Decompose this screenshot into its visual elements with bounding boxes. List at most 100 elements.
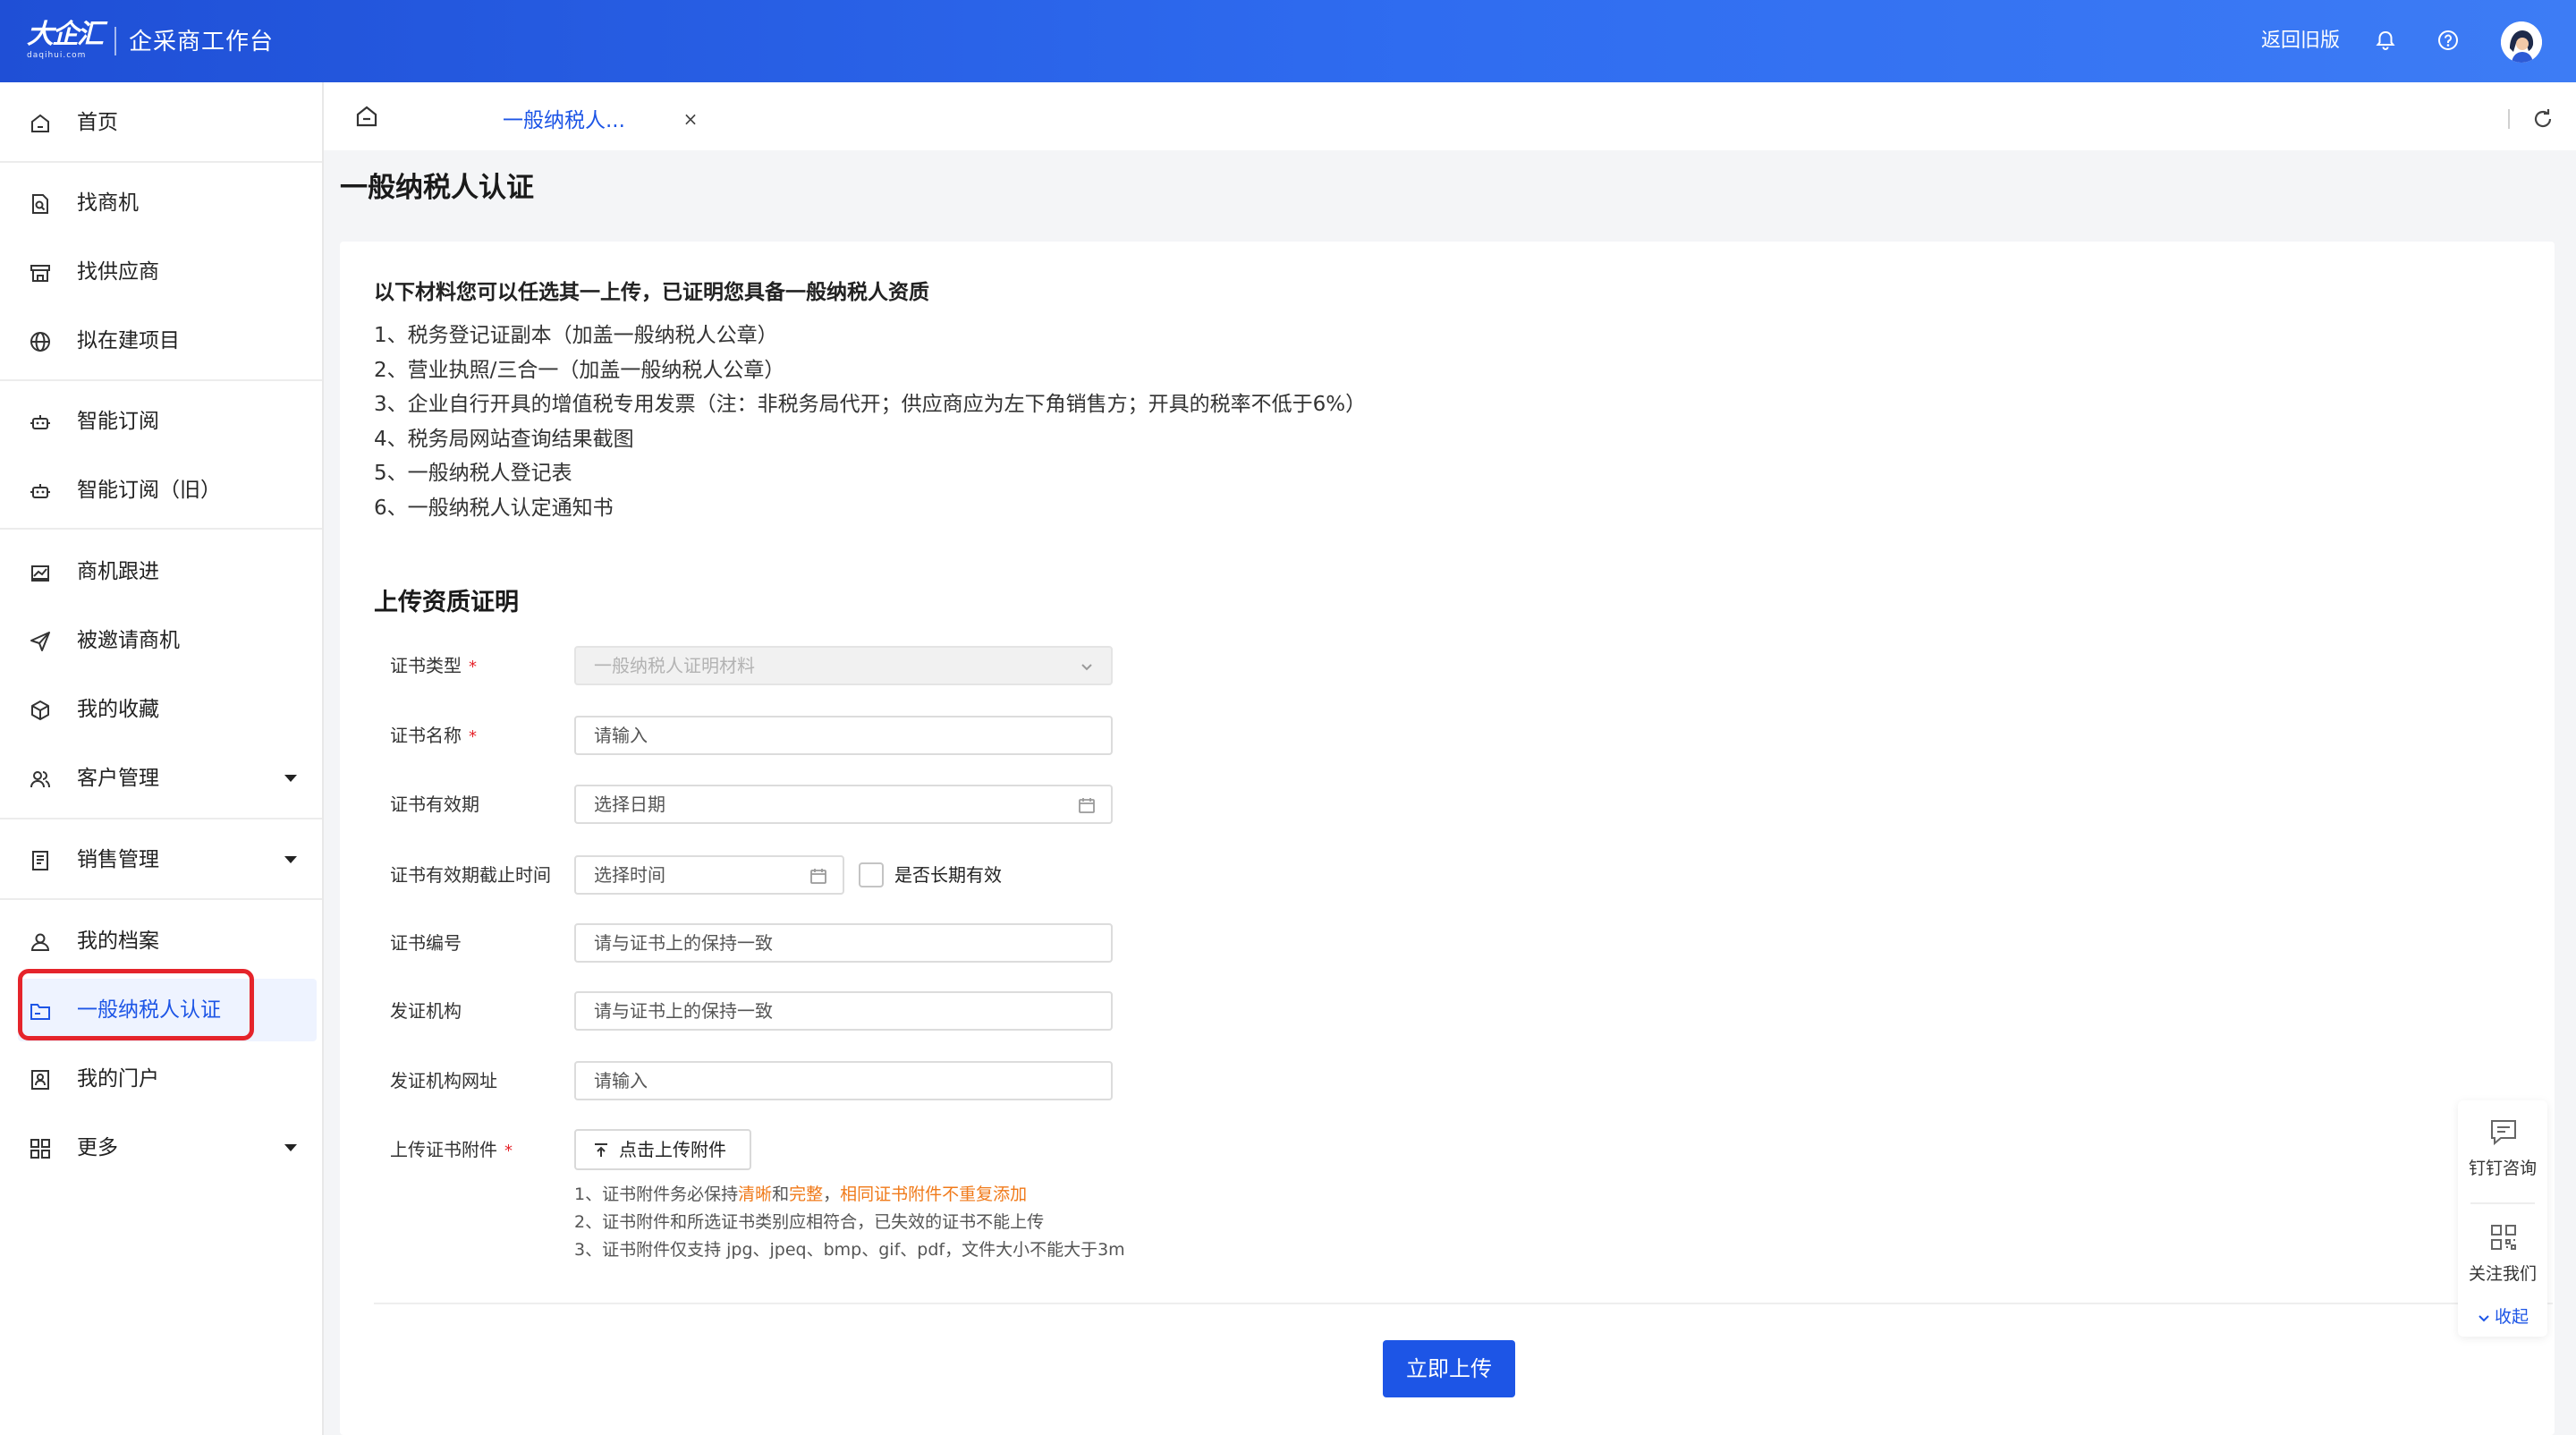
refresh-icon[interactable] — [2529, 106, 2556, 132]
input-placeholder: 选择时间 — [594, 864, 665, 886]
long-term-checkbox[interactable] — [859, 862, 884, 887]
sidebar-item-find-supplier[interactable]: 找供应商 — [0, 241, 322, 303]
intro-title: 以下材料您可以任选其一上传，已证明您具备一般纳税人资质 — [374, 281, 929, 304]
tab-taxpayer-certification[interactable]: 一般纳税人... × — [410, 91, 957, 150]
user-avatar[interactable] — [2501, 21, 2542, 63]
cert-number-input[interactable]: 请与证书上的保持一致 — [574, 923, 1113, 963]
sidebar-item-label: 销售管理 — [77, 848, 159, 871]
sidebar-item-planned-projects[interactable]: 拟在建项目 — [0, 310, 322, 372]
search-doc-icon — [29, 192, 52, 216]
sidebar-item-label: 客户管理 — [77, 767, 159, 790]
folder-icon — [29, 999, 52, 1023]
sidebar-item-smart-subscribe[interactable]: 智能订阅 — [0, 390, 322, 453]
widget-divider — [2470, 1202, 2535, 1204]
sidebar-item-label: 我的门户 — [77, 1067, 159, 1091]
sidebar-item-find-opportunity[interactable]: 找商机 — [0, 172, 322, 234]
sidebar-item-more[interactable]: 更多 — [0, 1117, 322, 1179]
user-icon — [29, 930, 52, 954]
collapse-label: 收起 — [2494, 1307, 2529, 1327]
required-mark: * — [469, 727, 477, 746]
sidebar-item-invited-opportunity[interactable]: 被邀请商机 — [0, 609, 322, 672]
tab-home[interactable] — [324, 82, 410, 150]
app-title: 企采商工作台 — [129, 29, 275, 55]
list-item: 1、税务登记证副本（加盖一般纳税人公章） — [374, 324, 778, 347]
caret-down-icon — [284, 856, 297, 863]
sidebar-item-favorites[interactable]: 我的收藏 — [0, 678, 322, 741]
bell-icon[interactable] — [2372, 27, 2399, 54]
close-icon[interactable]: × — [680, 108, 701, 130]
sidebar-item-my-portal[interactable]: 我的门户 — [0, 1048, 322, 1110]
list-item: 6、一般纳税人认定通知书 — [374, 496, 614, 520]
sidebar-item-label: 一般纳税人认证 — [77, 998, 221, 1022]
sidebar-item-label: 我的收藏 — [77, 698, 159, 721]
valid-date-picker[interactable]: 选择日期 — [574, 785, 1113, 824]
input-placeholder: 请与证书上的保持一致 — [594, 1000, 773, 1022]
follow-us-button[interactable]: 关注我们 — [2458, 1206, 2547, 1304]
logo-divider — [114, 27, 116, 55]
tabbar-divider — [2508, 109, 2510, 129]
consult-label: 钉钉咨询 — [2468, 1159, 2537, 1178]
list-item: 3、企业自行开具的增值税专用发票（注：非税务局代开；供应商应为左下角销售方；开具… — [374, 393, 1367, 416]
valid-period-label: 证书有效期 — [390, 794, 479, 815]
help-icon[interactable] — [2435, 27, 2462, 54]
upload-attachment-button[interactable]: 点击上传附件 — [574, 1129, 751, 1170]
calendar-icon — [1077, 795, 1097, 815]
list-item: 5、一般纳税人登记表 — [374, 462, 572, 485]
upload-section-title: 上传资质证明 — [374, 589, 519, 616]
attachment-label: 上传证书附件 * — [390, 1139, 513, 1160]
brand-logo[interactable]: 大企汇 daqihui.com — [27, 20, 104, 64]
cert-name-label: 证书名称 * — [390, 725, 477, 746]
sidebar-divider — [0, 898, 322, 900]
certification-card: 以下材料您可以任选其一上传，已证明您具备一般纳税人资质 1、税务登记证副本（加盖… — [340, 242, 2555, 1435]
form-divider — [374, 1303, 2553, 1304]
cert-type-value: 一般纳税人证明材料 — [594, 655, 755, 676]
tab-bar: 一般纳税人... × — [324, 82, 2576, 150]
sidebar-item-my-profile[interactable]: 我的档案 — [0, 910, 322, 972]
upload-button-label: 点击上传附件 — [619, 1139, 726, 1160]
sidebar-item-sales-management[interactable]: 销售管理 — [0, 828, 322, 891]
page-title: 一般纳税人认证 — [340, 172, 534, 204]
input-placeholder: 请输入 — [594, 725, 648, 746]
cert-type-select[interactable]: 一般纳税人证明材料 — [574, 646, 1113, 685]
follow-label: 关注我们 — [2468, 1264, 2537, 1284]
store-icon — [29, 261, 52, 284]
back-old-version-link[interactable]: 返回旧版 — [2261, 27, 2340, 55]
sidebar-item-customer-management[interactable]: 客户管理 — [0, 747, 322, 810]
attachment-notes: 1、证书附件务必保持清晰和完整，相同证书附件不重复添加 2、证书附件和所选证书类… — [574, 1181, 1125, 1264]
chart-icon — [29, 561, 52, 584]
expire-time-picker[interactable]: 选择时间 — [574, 855, 844, 895]
input-placeholder: 请输入 — [594, 1070, 648, 1091]
collapse-widget-button[interactable]: 收起 — [2458, 1303, 2547, 1331]
sidebar-item-label: 首页 — [77, 111, 118, 134]
sidebar-item-label: 智能订阅（旧） — [77, 479, 221, 502]
materials-list: 1、税务登记证副本（加盖一般纳税人公章） 2、营业执照/三合一（加盖一般纳税人公… — [374, 318, 1366, 525]
caret-down-icon — [284, 775, 297, 782]
home-icon — [29, 112, 52, 135]
sidebar-item-label: 拟在建项目 — [77, 329, 180, 352]
box-icon — [29, 699, 52, 722]
input-placeholder: 选择日期 — [594, 794, 665, 815]
submit-upload-button[interactable]: 立即上传 — [1383, 1340, 1515, 1397]
chat-icon — [2488, 1117, 2519, 1147]
issuer-url-label: 发证机构网址 — [390, 1070, 497, 1091]
cert-name-input[interactable]: 请输入 — [574, 716, 1113, 755]
logo-domain: daqihui.com — [27, 51, 87, 60]
logo-text: 大企汇 — [27, 19, 104, 50]
sidebar-item-smart-subscribe-old[interactable]: 智能订阅（旧） — [0, 459, 322, 522]
qrcode-icon — [2488, 1222, 2519, 1252]
sidebar-divider — [0, 818, 322, 819]
issuer-url-input[interactable]: 请输入 — [574, 1061, 1113, 1100]
portal-icon — [29, 1068, 52, 1091]
caret-down-icon — [284, 1144, 297, 1151]
sidebar-item-label: 被邀请商机 — [77, 629, 180, 652]
sidebar-item-home[interactable]: 首页 — [0, 91, 322, 154]
sidebar-item-taxpayer-certification[interactable]: 一般纳税人认证 — [18, 979, 317, 1041]
home-icon — [354, 104, 379, 129]
sidebar-item-opportunity-follow[interactable]: 商机跟进 — [0, 540, 322, 603]
issuer-input[interactable]: 请与证书上的保持一致 — [574, 991, 1113, 1031]
sidebar-divider — [0, 528, 322, 530]
robot-icon — [29, 480, 52, 503]
sidebar-item-label: 智能订阅 — [77, 410, 159, 433]
dingtalk-consult-button[interactable]: 钉钉咨询 — [2458, 1100, 2547, 1199]
calendar-icon — [809, 866, 828, 886]
